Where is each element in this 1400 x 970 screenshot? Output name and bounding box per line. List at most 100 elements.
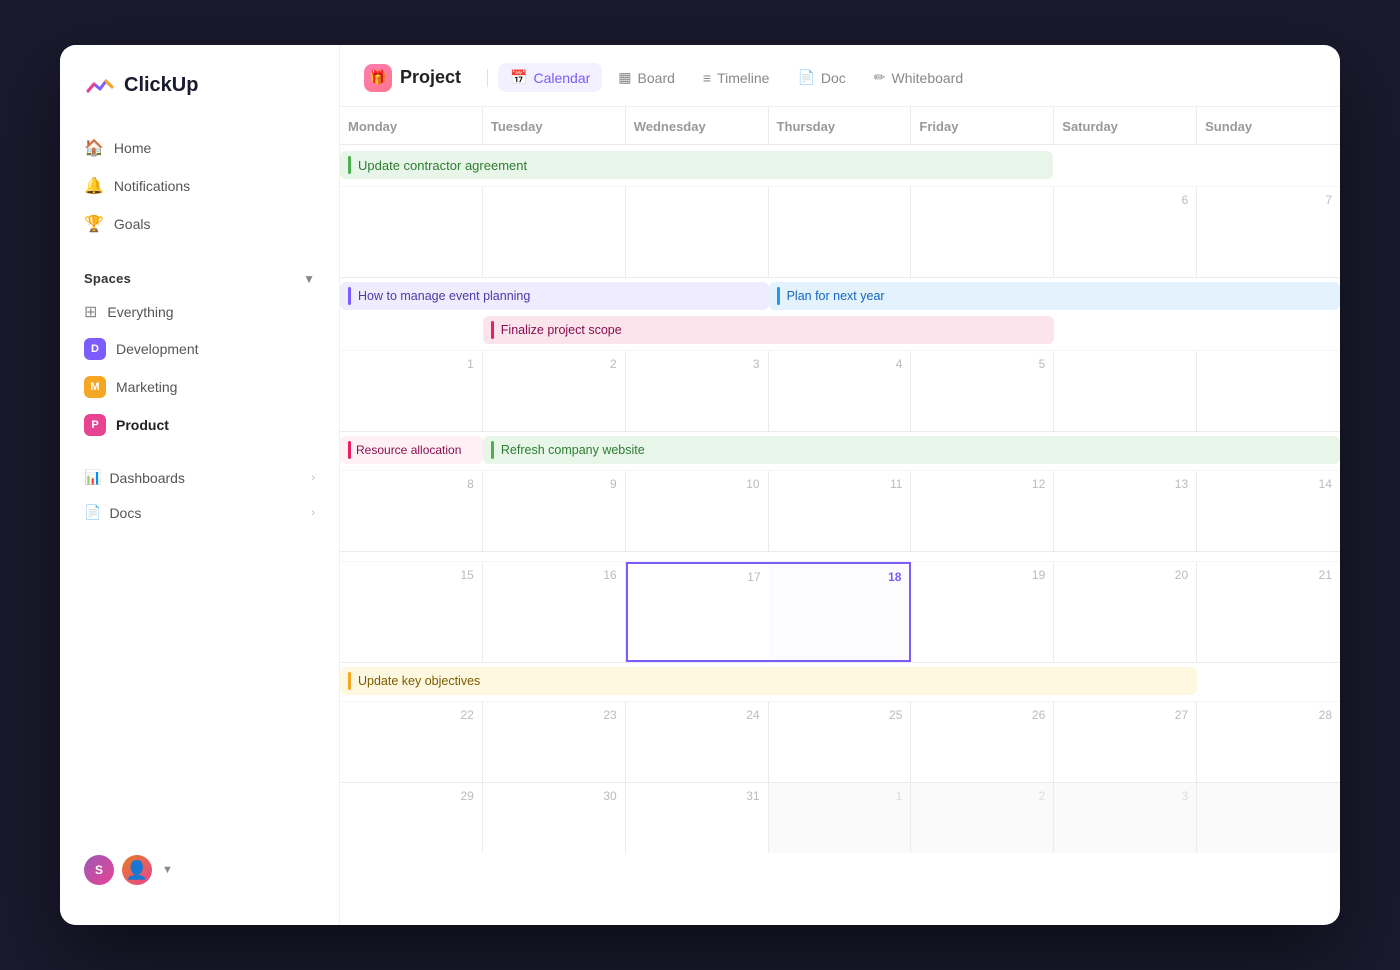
week-1-grid: 1 2 3 4 5 [340,351,1340,431]
app-window: ClickUp 🏠 Home 🔔 Notifications 🏆 Goals S… [60,45,1340,925]
project-icon: 🎁 [364,64,392,92]
week-1-cell-6[interactable] [1197,351,1340,431]
spaces-chevron-icon: ▼ [303,272,315,286]
week-4-cell-6[interactable]: 28 [1197,702,1340,782]
sidebar-item-docs[interactable]: 📄 Docs › [72,495,327,530]
everything-icon: ⊞ [84,302,97,322]
week-1-cell-2[interactable]: 3 [626,351,769,431]
event-finalize-scope[interactable]: Finalize project scope [483,316,1054,344]
week-5-cell-0[interactable]: 29 [340,783,483,853]
week-5-cell-1[interactable]: 30 [483,783,626,853]
tab-calendar[interactable]: 📅 Calendar [498,63,602,92]
whiteboard-tab-label: Whiteboard [892,70,964,86]
week-4-cell-0[interactable]: 22 [340,702,483,782]
week-3-cell-6[interactable]: 21 [1197,562,1340,662]
event-bar-resource [348,441,351,459]
week-5-cell-3[interactable]: 1 [769,783,912,853]
week-4: Update key objectives 22 23 24 25 26 27 … [340,663,1340,783]
week-1-cell-1[interactable]: 2 [483,351,626,431]
week-0-cell-2[interactable] [626,187,769,277]
week-0-cell-1[interactable] [483,187,626,277]
week-0-cell-3[interactable] [769,187,912,277]
docs-label: Docs [109,505,141,521]
user-initials: S [95,863,103,877]
week-2-grid: 8 9 10 11 12 13 14 [340,471,1340,551]
user-avatar-1[interactable]: S [84,855,114,885]
week-0: Update contractor agreement 6 7 [340,145,1340,278]
week-2-cell-6[interactable]: 14 [1197,471,1340,551]
event-resource-allocation[interactable]: Resource allocation [340,436,483,464]
docs-chevron-icon: › [311,507,315,519]
tab-timeline[interactable]: ≡ Timeline [691,64,782,92]
week-3-cell-1[interactable]: 16 [483,562,626,662]
week-0-cell-4[interactable] [911,187,1054,277]
week-0-cell-6[interactable]: 7 [1197,187,1340,277]
event-planning-label: How to manage event planning [358,289,530,303]
space-item-everything[interactable]: ⊞ Everything [72,294,327,330]
week-5-cell-2[interactable]: 31 [626,783,769,853]
event-plan-next-year[interactable]: Plan for next year [769,282,1340,310]
week-3-cell-4[interactable]: 19 [911,562,1054,662]
spaces-section-header[interactable]: Spaces ▼ [60,263,339,294]
event-update-contractor[interactable]: Update contractor agreement [340,151,1053,179]
week-1-cell-3[interactable]: 4 [769,351,912,431]
calendar-area[interactable]: Monday Tuesday Wednesday Thursday Friday… [340,107,1340,925]
week-1-cell-0[interactable]: 1 [340,351,483,431]
bell-icon: 🔔 [84,176,104,196]
nav-home[interactable]: 🏠 Home [72,129,327,167]
week-4-cell-4[interactable]: 26 [911,702,1054,782]
week-3-events [340,552,1340,562]
week-4-events: Update key objectives [340,663,1340,702]
week-1-cell-4[interactable]: 5 [911,351,1054,431]
week-0-cell-0[interactable] [340,187,483,277]
event-contractor-label: Update contractor agreement [358,158,527,173]
week-5-grid: 29 30 31 1 2 3 [340,783,1340,853]
nav-notifications[interactable]: 🔔 Notifications [72,167,327,205]
event-update-objectives[interactable]: Update key objectives [340,667,1197,695]
week-3-cell-2-selected[interactable]: 17 [626,562,769,662]
whiteboard-tab-icon: ✏ [874,69,886,86]
dashboards-icon: 📊 [84,469,101,486]
sidebar-sections: 📊 Dashboards › 📄 Docs › [60,460,339,530]
week-5-cell-4[interactable]: 2 [911,783,1054,853]
space-item-development[interactable]: D Development [72,330,327,368]
event-manage-planning[interactable]: How to manage event planning [340,282,769,310]
week-1-cell-5[interactable] [1054,351,1197,431]
product-dot: P [84,414,106,436]
timeline-tab-label: Timeline [717,70,769,86]
sidebar-item-dashboards[interactable]: 📊 Dashboards › [72,460,327,495]
week-2-cell-4[interactable]: 12 [911,471,1054,551]
week-2-cell-1[interactable]: 9 [483,471,626,551]
development-dot: D [84,338,106,360]
week-2-event-row1: Resource allocation Refresh company webs… [340,436,1340,466]
week-3-cell-3-today[interactable]: 18 [769,562,912,662]
tab-whiteboard[interactable]: ✏ Whiteboard [862,63,975,92]
event-refresh-website[interactable]: Refresh company website [483,436,1340,464]
space-item-product[interactable]: P Product [72,406,327,444]
week-0-events: Update contractor agreement [340,145,1340,187]
week-3-cell-0[interactable]: 15 [340,562,483,662]
event-bar-objectives [348,672,351,690]
week-2-cell-0[interactable]: 8 [340,471,483,551]
nav-goals[interactable]: 🏆 Goals [72,205,327,243]
event-plan-label: Plan for next year [787,289,885,303]
week-4-cell-1[interactable]: 23 [483,702,626,782]
week-5-cell-5[interactable]: 3 [1054,783,1197,853]
week-3-cell-5[interactable]: 20 [1054,562,1197,662]
week-1-event-row2: Finalize project scope [340,316,1340,346]
week-2-cell-3[interactable]: 11 [769,471,912,551]
tab-doc[interactable]: 📄 Doc [785,63,857,92]
week-2-cell-2[interactable]: 10 [626,471,769,551]
week-4-cell-3[interactable]: 25 [769,702,912,782]
week-5-cell-6[interactable] [1197,783,1340,853]
week-0-cell-5[interactable]: 6 [1054,187,1197,277]
day-header-thursday: Thursday [769,107,912,144]
tab-board[interactable]: ▦ Board [606,63,687,92]
event-bar-contractor [348,156,351,174]
week-4-cell-5[interactable]: 27 [1054,702,1197,782]
week-2-cell-5[interactable]: 13 [1054,471,1197,551]
space-item-marketing[interactable]: M Marketing [72,368,327,406]
week-4-cell-2[interactable]: 24 [626,702,769,782]
marketing-dot: M [84,376,106,398]
user-avatar-2[interactable]: 👤 [122,855,152,885]
